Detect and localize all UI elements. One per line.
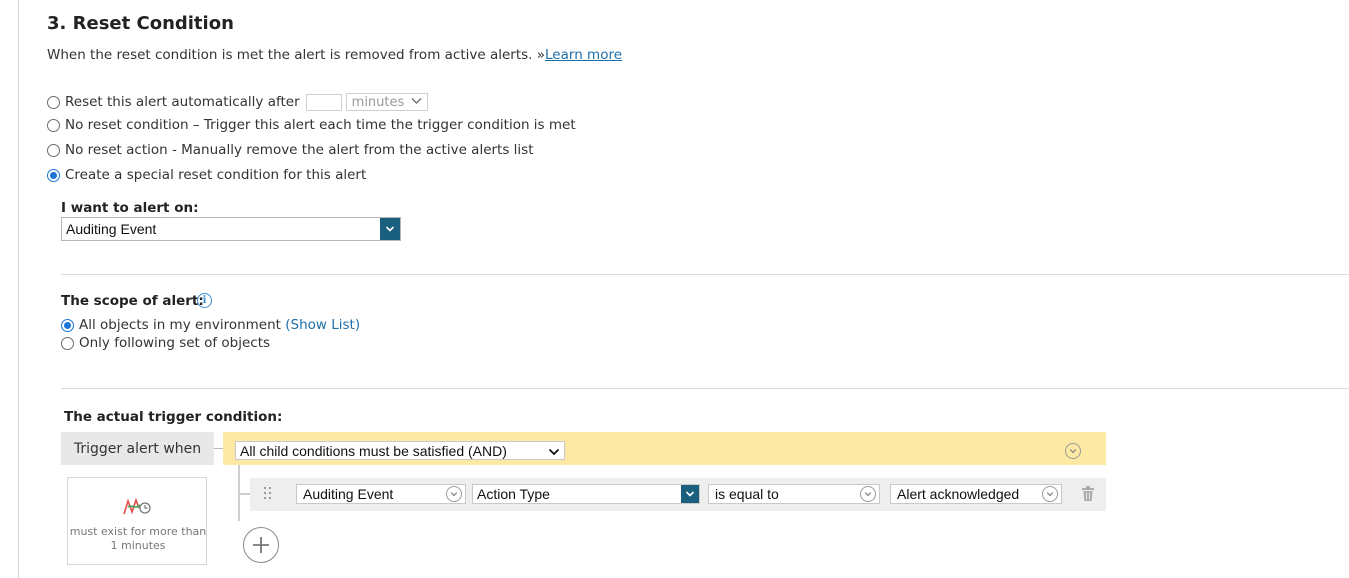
radio-special-reset[interactable]	[47, 168, 60, 182]
chevron-down-icon	[1042, 486, 1058, 502]
condition-value-select[interactable]: Alert acknowledged	[890, 484, 1062, 504]
duration-box[interactable]: must exist for more than 1 minutes	[67, 477, 207, 565]
condition-operator-select[interactable]: is equal to	[708, 484, 880, 504]
chevron-down-icon[interactable]	[681, 485, 699, 503]
reset-unit-select[interactable]: minutes	[345, 93, 428, 111]
radio-no-reset-condition[interactable]	[47, 118, 60, 132]
chevron-down-icon	[446, 486, 462, 502]
add-icon	[253, 537, 269, 553]
reset-option-auto-label: Reset this alert automatically after	[65, 94, 300, 110]
scope-option-following-label: Only following set of objects	[79, 335, 271, 351]
section-title: 3. Reset Condition	[47, 13, 234, 34]
alert-on-select[interactable]: Auditing Event	[61, 217, 401, 241]
duration-icon	[123, 496, 153, 518]
chevron-down-icon	[548, 443, 560, 459]
left-divider	[18, 0, 19, 578]
reset-option-none[interactable]: No reset condition – Trigger this alert …	[47, 117, 576, 133]
drag-handle-icon[interactable]	[264, 487, 272, 501]
condition-object-value: Auditing Event	[303, 486, 394, 502]
reset-option-manual[interactable]: No reset action - Manually remove the al…	[47, 142, 534, 158]
reset-unit-value: minutes	[351, 94, 405, 110]
reset-condition-page: 3. Reset Condition When the reset condit…	[0, 0, 1349, 578]
logic-select[interactable]: All child conditions must be satisfied (…	[235, 441, 565, 460]
duration-text: must exist for more than 1 minutes	[69, 525, 207, 552]
reset-option-special-label: Create a special reset condition for thi…	[65, 167, 367, 183]
add-condition-button[interactable]	[243, 527, 279, 563]
radio-scope-following[interactable]	[61, 336, 74, 350]
divider	[61, 388, 1349, 389]
tree-branch	[240, 493, 250, 495]
scope-option-all-label: All objects in my environment	[79, 317, 281, 333]
reset-minutes-input[interactable]	[305, 93, 342, 111]
connector-line	[214, 448, 223, 449]
trigger-when-label: Trigger alert when	[61, 432, 214, 465]
condition-operator-value: is equal to	[715, 486, 779, 502]
info-icon[interactable]: i	[197, 293, 212, 308]
collapse-group-icon[interactable]	[1065, 443, 1081, 459]
chevron-down-icon[interactable]	[380, 218, 400, 240]
trash-icon[interactable]	[1081, 486, 1095, 502]
trigger-label: The actual trigger condition:	[64, 409, 283, 425]
divider	[61, 274, 1349, 275]
radio-reset-auto[interactable]	[47, 95, 60, 109]
section-description: When the reset condition is met the aler…	[47, 47, 622, 63]
show-list-link[interactable]: (Show List)	[285, 317, 360, 333]
description-text: When the reset condition is met the aler…	[47, 47, 546, 63]
reset-option-none-label: No reset condition – Trigger this alert …	[65, 117, 576, 133]
reset-option-manual-label: No reset action - Manually remove the al…	[65, 142, 534, 158]
alert-on-label: I want to alert on:	[61, 200, 199, 216]
logic-value: All child conditions must be satisfied (…	[240, 442, 507, 459]
scope-label: The scope of alert:	[61, 293, 204, 309]
condition-value-value: Alert acknowledged	[897, 486, 1020, 502]
scope-option-following[interactable]: Only following set of objects	[61, 335, 270, 351]
radio-scope-all[interactable]	[61, 318, 74, 332]
chevron-down-icon	[411, 97, 422, 108]
condition-field-value: Action Type	[477, 486, 550, 502]
reset-option-special[interactable]: Create a special reset condition for thi…	[47, 167, 366, 183]
condition-object-select[interactable]: Auditing Event	[296, 484, 466, 504]
condition-field-select[interactable]: Action Type	[472, 484, 700, 504]
alert-on-value: Auditing Event	[66, 221, 157, 237]
reset-option-auto[interactable]: Reset this alert automatically after min…	[47, 93, 428, 111]
learn-more-link[interactable]: Learn more	[545, 47, 622, 63]
chevron-down-icon	[860, 486, 876, 502]
scope-option-all[interactable]: All objects in my environment (Show List…	[61, 317, 360, 333]
radio-no-reset-action[interactable]	[47, 143, 60, 157]
